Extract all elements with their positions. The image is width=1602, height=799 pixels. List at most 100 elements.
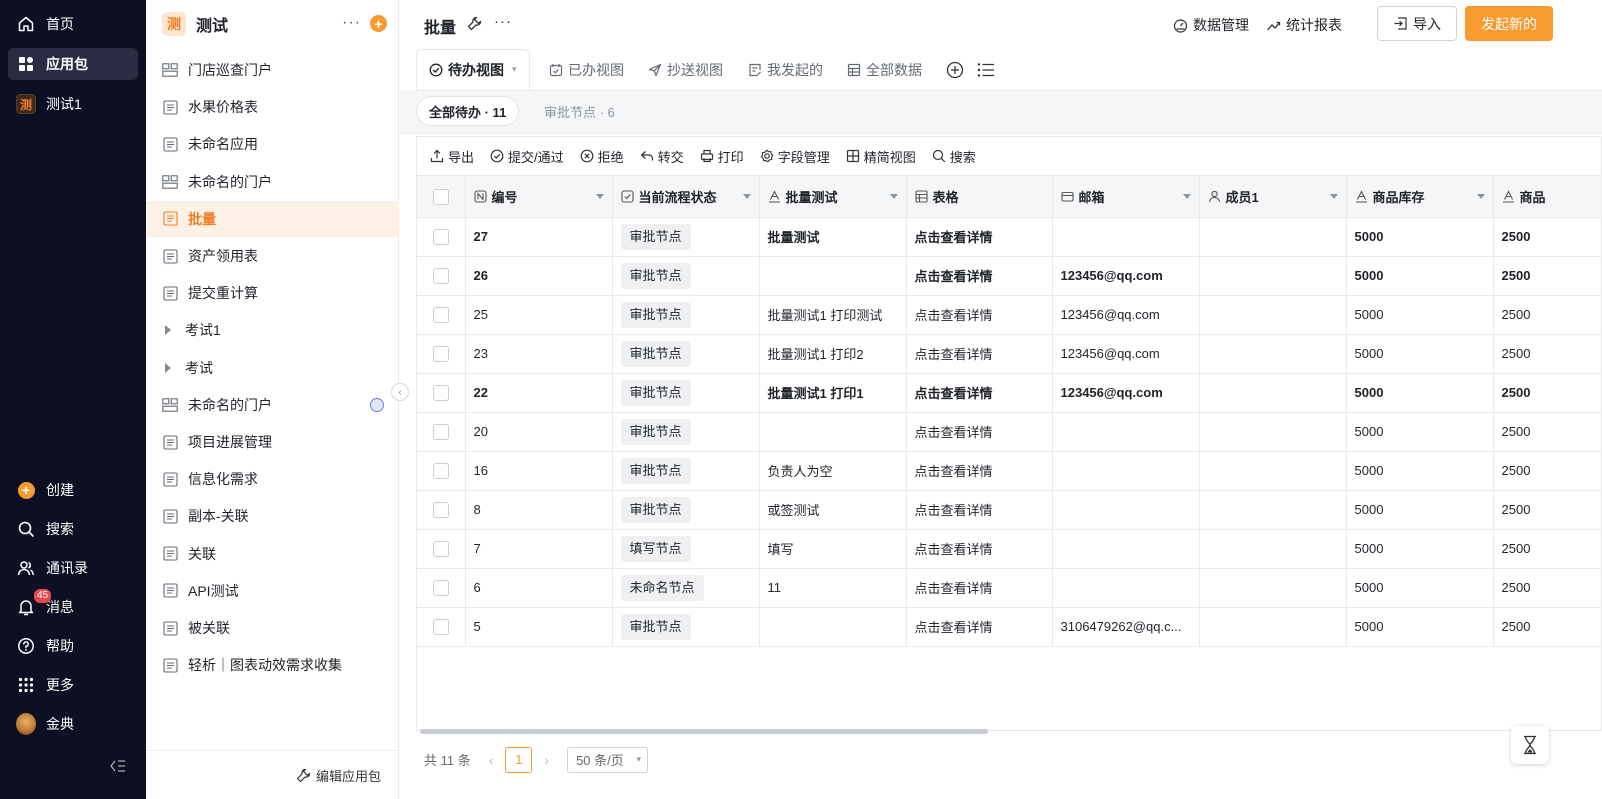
nav-item-create[interactable]: + 创建 [8,474,138,506]
tab-cc-view[interactable]: 抄送视图 [648,49,723,90]
table-search-button[interactable]: 搜索 [932,147,976,166]
row-checkbox-cell[interactable] [417,568,466,608]
row-checkbox[interactable] [432,579,449,596]
tab-all-data[interactable]: 全部数据 [847,49,922,90]
table-row[interactable]: 25 审批节点 批量测试1 打印测试 点击查看详情 123456@qq.com 5000 2… [417,295,1601,335]
cell-table-link[interactable]: 点击查看详情 [906,529,1053,569]
col-header-stock[interactable]: 商品库存 [1346,176,1494,218]
row-checkbox[interactable] [432,306,449,323]
row-checkbox-cell[interactable] [417,529,466,569]
horizontal-scrollbar[interactable] [420,729,988,734]
row-checkbox-cell[interactable] [417,217,466,257]
sidebar-item[interactable]: 未命名的门户 [146,164,399,200]
nav-item-app-test1[interactable]: 测 测试1 [8,88,138,120]
import-button[interactable]: 导入 [1377,6,1457,41]
column-caret-icon[interactable] [595,193,604,199]
prev-page-icon[interactable]: ‹ [489,752,494,768]
sidebar-item[interactable]: 副本-关联 [146,498,399,534]
cell-table-link[interactable]: 点击查看详情 [906,607,1053,647]
expand-caret-icon[interactable] [165,362,171,373]
submit-approve-button[interactable]: 提交/通过 [490,147,564,166]
cell-table-link[interactable]: 点击查看详情 [906,217,1053,257]
sidebar-item[interactable]: API测试 [146,573,399,609]
cell-table-link[interactable]: 点击查看详情 [906,373,1053,413]
sidebar-item[interactable]: 资产领用表 [146,238,399,274]
hourglass-icon[interactable] [1511,726,1549,764]
sidebar-item[interactable]: 被关联 [146,610,399,646]
cell-table-link[interactable]: 点击查看详情 [906,451,1053,491]
view-list-icon[interactable] [977,49,1000,90]
table-row[interactable]: 22 审批节点 批量测试1 打印1 点击查看详情 123456@qq.com 5000 25… [417,373,1601,413]
sidebar-item[interactable]: 批量 [146,200,399,237]
row-checkbox[interactable] [432,462,449,479]
col-header-number[interactable]: 编号 [465,176,613,218]
table-row[interactable]: 20 审批节点 点击查看详情 5000 2500 [417,412,1601,452]
cell-table-link[interactable]: 点击查看详情 [906,295,1053,335]
sidebar-item[interactable]: 水果价格表 [146,89,399,125]
subtab-approval-node[interactable]: 审批节点 · 6 [544,96,615,126]
sidebar-item[interactable]: 轻析｜图表动效需求收集 [146,647,399,683]
compact-view-button[interactable]: 精简视图 [846,147,916,166]
collapse-sidebar-button[interactable]: ‹ [391,383,409,401]
col-header-member1[interactable]: 成员1 [1199,176,1347,218]
nav-item-profile[interactable]: 金典 [8,708,138,740]
sidebar-item[interactable]: 未命名应用 [146,126,399,162]
row-checkbox[interactable] [432,423,449,440]
row-checkbox[interactable] [432,501,449,518]
subtab-all-todo[interactable]: 全部待办 · 11 [416,96,520,126]
tab-todo-view[interactable]: 待办视图 ▾ [416,49,530,90]
row-checkbox-cell[interactable] [417,295,466,335]
sidebar-item[interactable]: 未命名的门户 [146,387,399,423]
col-header-batch-test[interactable]: 批量测试 [759,176,907,218]
sidebar-item[interactable]: 提交重计算 [146,275,399,311]
row-checkbox[interactable] [432,228,449,245]
cell-table-link[interactable]: 点击查看详情 [906,256,1053,296]
nav-item-apps[interactable]: 应用包 [8,48,138,80]
col-header-goods[interactable]: 商品 [1493,176,1601,218]
expand-caret-icon[interactable] [165,325,171,336]
sidebar-item[interactable]: 考试 [146,350,399,386]
row-checkbox-cell[interactable] [417,373,466,413]
table-row[interactable]: 7 填写节点 填写 点击查看详情 5000 2500 [417,529,1601,569]
cell-table-link[interactable]: 点击查看详情 [906,490,1053,530]
row-checkbox[interactable] [432,618,449,635]
page-size-select[interactable]: 50 条/页 ▾ [567,746,649,773]
table-row[interactable]: 5 审批节点 点击查看详情 3106479262@qq.c... 5000 2500 [417,607,1601,647]
table-row[interactable]: 23 审批节点 批量测试1 打印2 点击查看详情 123456@qq.com 5000 25… [417,334,1601,374]
table-row[interactable]: 8 审批节点 或签测试 点击查看详情 5000 2500 [417,490,1601,530]
column-caret-icon[interactable] [742,193,751,199]
select-all-checkbox-cell[interactable] [417,176,466,218]
table-row[interactable]: 26 审批节点 点击查看详情 123456@qq.com 5000 2500 [417,256,1601,296]
table-row[interactable]: 27 审批节点 批量测试 点击查看详情 5000 2500 [417,217,1601,257]
export-button[interactable]: 导出 [430,147,474,166]
sidebar-item[interactable]: 门店巡查门户 [146,52,399,88]
collapse-nav-icon[interactable] [110,760,126,775]
print-button[interactable]: 打印 [700,147,744,166]
column-caret-icon[interactable] [1476,193,1485,199]
sidebar-item[interactable]: 关联 [146,536,399,572]
tab-done-view[interactable]: 已办视图 [549,49,624,90]
more-options-icon[interactable]: ··· [494,13,512,30]
cell-table-link[interactable]: 点击查看详情 [906,568,1053,608]
row-checkbox[interactable] [432,345,449,362]
nav-item-help[interactable]: 帮助 [8,630,138,662]
cell-table-link[interactable]: 点击查看详情 [906,334,1053,374]
column-caret-icon[interactable] [1329,193,1338,199]
nav-item-search[interactable]: 搜索 [8,513,138,545]
sidebar-item[interactable]: 考试1 [146,312,399,348]
nav-item-more[interactable]: 更多 [8,669,138,701]
edit-app-package-button[interactable]: 编辑应用包 [146,750,399,799]
table-row[interactable]: 6 未命名节点 11 点击查看详情 5000 2500 [417,568,1601,608]
nav-item-contacts[interactable]: 通讯录 [8,552,138,584]
column-caret-icon[interactable] [1182,193,1191,199]
reject-button[interactable]: 拒绝 [580,147,624,166]
col-header-table[interactable]: 表格 [906,176,1053,218]
tab-initiated-view[interactable]: 我发起的 [748,49,823,90]
row-checkbox[interactable] [432,267,449,284]
cell-table-link[interactable]: 点击查看详情 [906,412,1053,452]
row-checkbox[interactable] [432,540,449,557]
sidebar-item[interactable]: 项目进展管理 [146,424,399,460]
row-checkbox-cell[interactable] [417,490,466,530]
transfer-button[interactable]: 转交 [640,147,684,166]
nav-item-home[interactable]: 首页 [8,8,138,40]
